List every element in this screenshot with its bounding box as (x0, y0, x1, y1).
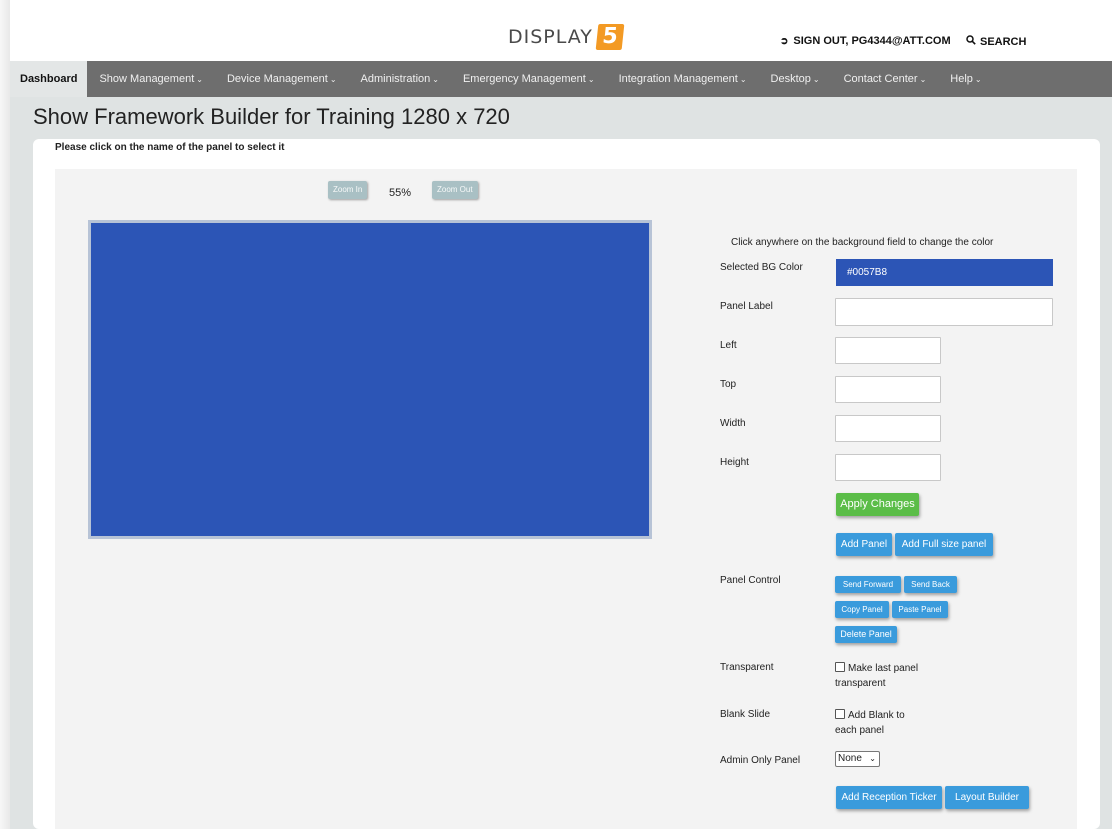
nav-label: Dashboard (20, 73, 78, 85)
search-icon (966, 35, 976, 48)
logo-word: DISPLAY (508, 26, 593, 48)
height-label: Height (720, 457, 749, 468)
logo-mark: 5 (595, 24, 625, 50)
checkbox-box[interactable] (835, 662, 845, 672)
blank-checkbox-text: Add Blank to (848, 710, 905, 721)
layout-canvas[interactable] (88, 220, 652, 539)
sign-out-link[interactable]: ➲ SIGN OUT, PG4344@ATT.COM (780, 35, 951, 47)
copy-panel-button[interactable]: Copy Panel (835, 601, 889, 618)
admin-only-select[interactable]: None ⌄ (835, 751, 880, 767)
panel-label-label: Panel Label (720, 301, 773, 312)
nav-emergency-management[interactable]: Emergency Management ⌄ (451, 61, 607, 97)
panel-control-label: Panel Control (720, 575, 781, 586)
nav-label: Integration Management (618, 73, 738, 85)
chevron-down-icon: ⌄ (432, 74, 439, 84)
main-nav: Dashboard Show Management ⌄ Device Manage… (10, 61, 1112, 97)
chevron-down-icon: ⌄ (196, 74, 203, 84)
transparent-label: Transparent (720, 662, 774, 673)
sign-out-label: SIGN OUT, PG4344@ATT.COM (793, 35, 951, 47)
chevron-down-icon: ⌄ (919, 74, 927, 84)
page-title: Show Framework Builder for Training 1280… (33, 104, 510, 129)
nav-label: Emergency Management (462, 73, 586, 85)
transparent-checkbox-text: Make last panel (848, 663, 919, 674)
send-back-button[interactable]: Send Back (904, 576, 957, 593)
add-panel-button[interactable]: Add Panel (836, 533, 892, 556)
canvas-background-field[interactable] (91, 223, 649, 536)
paste-panel-button[interactable]: Paste Panel (892, 601, 948, 618)
admin-only-label: Admin Only Panel (720, 755, 801, 766)
left-input[interactable] (835, 337, 941, 364)
transparent-checkbox-text-2: transparent (835, 678, 886, 689)
chevron-down-icon: ⌄ (974, 74, 982, 84)
nav-label: Administration (360, 73, 431, 85)
nav-dashboard[interactable]: Dashboard (10, 61, 88, 97)
chevron-down-icon: ⌄ (329, 74, 337, 84)
sign-out-icon: ➲ (780, 35, 789, 47)
nav-label: Desktop (770, 73, 811, 85)
delete-panel-button[interactable]: Delete Panel (835, 626, 897, 643)
nav-help[interactable]: Help ⌄ (938, 61, 993, 97)
color-instruction: Click anywhere on the background field t… (731, 237, 994, 248)
display5-logo[interactable]: DISPLAY 5 (508, 24, 625, 50)
checkbox-box[interactable] (835, 709, 845, 719)
window-edge (0, 0, 10, 829)
nav-device-management[interactable]: Device Management ⌄ (215, 61, 349, 97)
nav-integration-management[interactable]: Integration Management ⌄ (607, 61, 759, 97)
chevron-down-icon: ⌄ (739, 74, 747, 84)
width-input[interactable] (835, 415, 941, 442)
admin-only-value: None (838, 753, 862, 764)
zoom-level: 55% (389, 187, 412, 199)
blank-checkbox-text-2: each panel (835, 725, 884, 736)
add-reception-ticker-button[interactable]: Add Reception Ticker (836, 786, 942, 809)
header: DISPLAY 5 (10, 0, 1112, 61)
layout-builder-button[interactable]: Layout Builder (945, 786, 1029, 809)
apply-changes-button[interactable]: Apply Changes (836, 493, 919, 516)
transparent-checkbox[interactable]: Make last panel transparent (835, 661, 918, 691)
search-link[interactable]: SEARCH (966, 35, 1026, 48)
left-label: Left (720, 340, 737, 351)
bg-color-field[interactable]: #0057B8 (836, 259, 1053, 286)
top-label: Top (720, 379, 737, 390)
nav-label: Device Management (226, 73, 328, 85)
add-full-size-panel-button[interactable]: Add Full size panel (895, 533, 993, 556)
zoom-in-button[interactable]: Zoom In (328, 181, 368, 199)
height-input[interactable] (835, 454, 941, 481)
nav-label: Help (950, 73, 973, 85)
panel-label-input[interactable] (835, 298, 1053, 326)
zoom-out-button[interactable]: Zoom Out (432, 181, 478, 199)
chevron-down-icon: ⌄ (812, 74, 820, 84)
nav-label: Contact Center (843, 73, 918, 85)
send-forward-button[interactable]: Send Forward (835, 576, 901, 593)
nav-contact-center[interactable]: Contact Center ⌄ (832, 61, 939, 97)
search-label: SEARCH (980, 35, 1027, 48)
nav-show-management[interactable]: Show Management ⌄ (87, 61, 214, 97)
top-input[interactable] (835, 376, 941, 403)
panel-select-hint: Please click on the name of the panel to… (55, 142, 285, 153)
blank-slide-checkbox[interactable]: Add Blank to each panel (835, 708, 905, 738)
chevron-down-icon: ⌄ (587, 74, 595, 84)
blank-slide-label: Blank Slide (720, 709, 771, 720)
bg-color-label: Selected BG Color (720, 262, 803, 273)
nav-desktop[interactable]: Desktop ⌄ (759, 61, 832, 97)
nav-label: Show Management (99, 73, 195, 85)
nav-administration[interactable]: Administration ⌄ (349, 61, 451, 97)
chevron-down-icon: ⌄ (869, 754, 876, 763)
width-label: Width (720, 418, 746, 429)
